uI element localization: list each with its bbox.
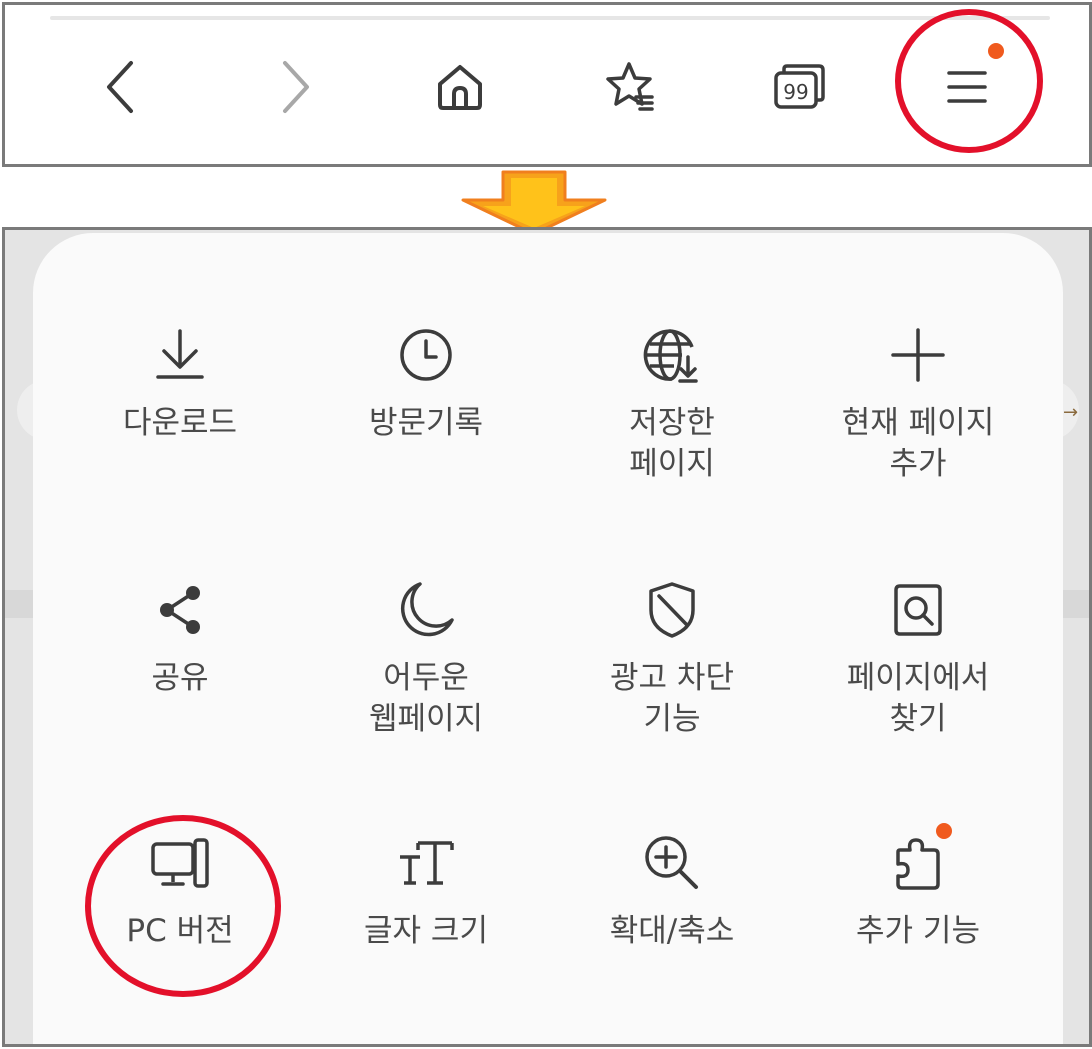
menu-notification-dot [988,43,1004,59]
hamburger-menu-icon [947,71,987,103]
add-ons-notification-dot [936,823,952,839]
tabs-icon: 99 [774,64,825,109]
menu-item-ad-block[interactable]: 광고 차단 기능 [549,578,795,778]
menu-item-label: 저장한 페이지 [629,405,715,482]
menu-item-label: PC 버전 [126,913,234,949]
desktop-icon [148,831,212,895]
tabs-count: 99 [783,80,808,104]
menu-item-label: 방문기록 [368,405,484,441]
menu-item-add-current-page[interactable]: 현재 페이지 추가 [795,323,1041,523]
forward-button[interactable] [255,47,335,127]
home-icon [438,65,482,110]
chevron-right-icon [283,61,309,113]
menu-item-find-in-page[interactable]: 페이지에서 찾기 [795,578,1041,778]
share-icon [148,578,212,642]
menu-item-label: 페이지에서 찾기 [846,660,990,737]
menu-sheet: 다운로드 방문기록 저장한 페이지 현재 페이지 추가 공유 어두운 웹페이지 … [33,233,1063,1044]
browser-menu-panel: → → 다운로드 방문기록 [2,227,1092,1047]
menu-item-zoom[interactable]: 확대/축소 [549,831,795,1031]
back-button[interactable] [81,47,161,127]
menu-item-label: 공유 [151,660,209,696]
menu-item-text-size[interactable]: 글자 크기 [303,831,549,1031]
background-arrow-icon: → [1063,402,1079,423]
saved-pages-globe-icon [640,323,704,387]
menu-item-saved-pages[interactable]: 저장한 페이지 [549,323,795,523]
menu-item-label: 광고 차단 기능 [610,660,734,737]
menu-item-label: 다운로드 [122,405,238,441]
shield-icon [640,578,704,642]
tabs-button[interactable]: 99 [760,47,840,127]
menu-item-label: 확대/축소 [609,913,735,949]
menu-item-add-ons[interactable]: 추가 기능 [795,823,1041,1031]
menu-item-dark-webpage[interactable]: 어두운 웹페이지 [303,578,549,778]
menu-item-share[interactable]: 공유 [57,578,303,778]
menu-item-download[interactable]: 다운로드 [57,323,303,523]
history-clock-icon [394,323,458,387]
menu-item-history[interactable]: 방문기록 [303,323,549,523]
zoom-in-icon [640,831,704,895]
menu-item-label: 어두운 웹페이지 [368,660,484,737]
text-size-icon [394,831,458,895]
moon-icon [394,578,458,642]
toolbar-divider [50,16,1050,20]
chevron-left-icon [107,61,133,113]
menu-item-label: 글자 크기 [364,913,488,949]
find-in-page-icon [886,578,950,642]
plus-icon [886,323,950,387]
menu-item-pc-version[interactable]: PC 버전 [57,831,303,1031]
menu-item-label: 현재 페이지 추가 [841,405,995,482]
bookmark-star-icon [606,62,654,111]
download-icon [148,323,212,387]
home-button[interactable] [420,47,500,127]
menu-item-label: 추가 기능 [856,913,980,949]
bookmarks-button[interactable] [590,47,670,127]
menu-button[interactable] [927,47,1007,127]
browser-bottom-toolbar: 99 [2,2,1092,167]
puzzle-icon [886,823,952,895]
